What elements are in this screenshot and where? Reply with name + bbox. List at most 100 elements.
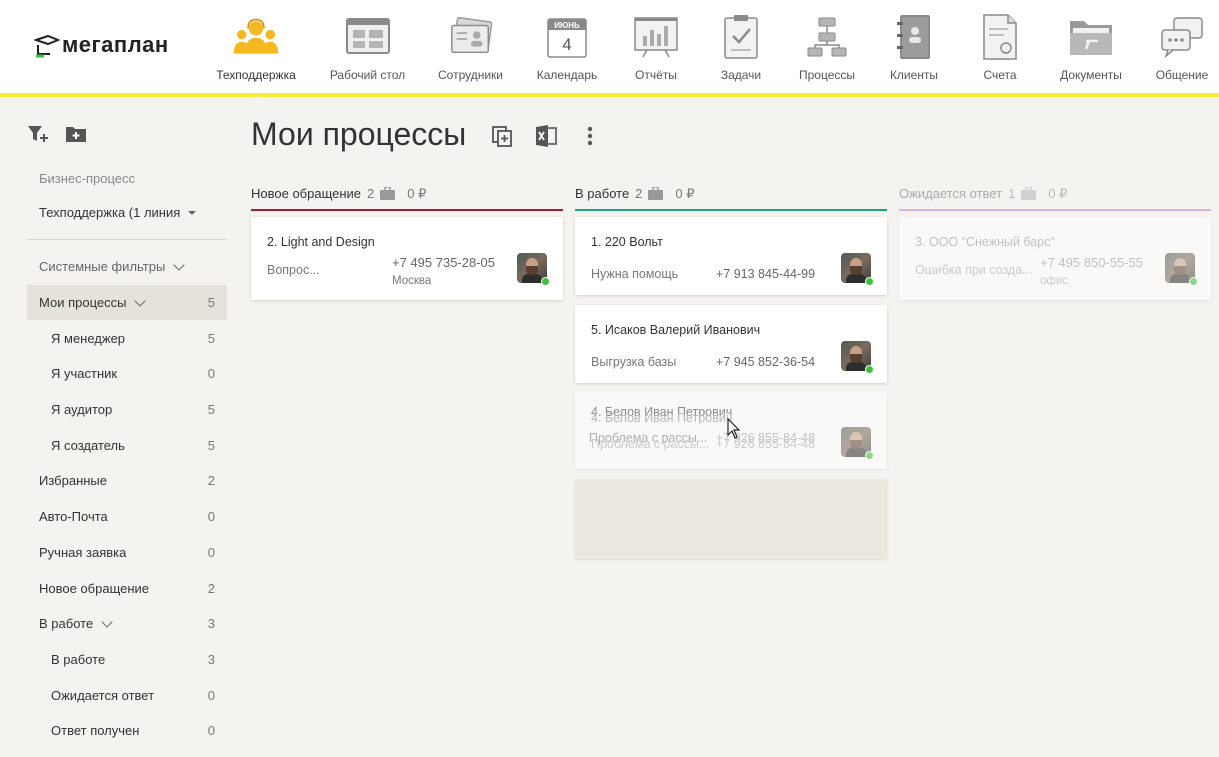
sidebar-filter-item[interactable]: Я участник 0 [27, 356, 227, 392]
sidebar-item-label: Ответ получен [51, 723, 140, 739]
sidebar-filter-item[interactable]: Избранные 2 [27, 463, 227, 499]
online-status-dot [1189, 277, 1198, 286]
chevron-down-icon[interactable] [173, 259, 185, 271]
megaplan-logo[interactable]: мегаплан [34, 32, 169, 58]
nav-label: Общение [1155, 68, 1209, 82]
svg-text:4: 4 [562, 35, 571, 54]
sidebar-item-label: Избранные [39, 473, 107, 489]
avatar[interactable] [841, 253, 874, 286]
sidebar-filter-item[interactable]: Я аудитор 5 [27, 392, 227, 428]
add-filter-icon[interactable] [27, 123, 49, 145]
sidebar-filter-item[interactable]: Ответ получен 0 [27, 713, 227, 749]
nav-item-invoices[interactable]: Счета [970, 0, 1030, 97]
deal-card[interactable]: 1. 220 Вольт Нужна помощь +7 913 845-44-… [575, 217, 887, 295]
chevron-down-icon[interactable] [134, 294, 147, 307]
column-name: В работе [575, 186, 630, 201]
sidebar-item-label: Ожидается ответ [51, 687, 155, 703]
card-description: Выгрузка базы [591, 355, 677, 369]
export-excel-button[interactable] [534, 124, 558, 148]
online-status-dot [865, 365, 874, 374]
nav-item-processes[interactable]: Процессы [796, 0, 858, 97]
sidebar-filter-item[interactable]: Ручная заявка 0 [27, 535, 227, 571]
sidebar-filter-item[interactable]: Я создатель 5 [27, 427, 227, 463]
sidebar-item-count: 0 [207, 366, 215, 382]
sidebar-item-count: 3 [207, 651, 215, 667]
sidebar-item-count: 0 [207, 544, 215, 560]
sidebar-filter-item[interactable]: Ожидается ответ 0 [27, 677, 227, 713]
briefcase-icon [380, 187, 396, 200]
card-description: Ошибка при созда... [915, 263, 1033, 277]
card-description: Вопрос... [267, 263, 320, 277]
sidebar-filter-item[interactable]: Я менеджер 5 [27, 320, 227, 356]
more-vertical-icon [587, 126, 593, 146]
sidebar-filter-item[interactable]: Системные фильтры [27, 249, 227, 285]
column-count: 2 [367, 186, 375, 201]
deal-card[interactable]: 2. Light and Design Вопрос... +7 495 735… [251, 217, 563, 300]
avatar[interactable] [841, 427, 874, 460]
nav-item-support[interactable]: Техподдержка [210, 0, 302, 101]
business-process-caption: Бизнес-процесс [39, 171, 136, 186]
mouse-pointer-icon [727, 418, 741, 439]
chat-icon [1159, 14, 1205, 60]
sidebar-item-label: Я создатель [51, 437, 125, 453]
nav-label: Задачи [720, 68, 762, 82]
sidebar-item-count: 5 [207, 437, 215, 453]
chevron-down-icon[interactable] [101, 616, 113, 628]
sidebar-item-count: 2 [207, 473, 215, 489]
card-title-shadow: 4. Белов Иван Петрович [591, 411, 733, 425]
deal-card[interactable]: 5. Исаков Валерий Иванович Выгрузка базы… [575, 305, 887, 383]
card-phone: +7 495 735-28-05 [392, 255, 496, 270]
sidebar-item-label: Новое обращение [39, 580, 150, 596]
card-city: Москва [392, 275, 432, 287]
nav-item-documents[interactable]: Документы [1030, 0, 1152, 97]
column-count: 1 [1008, 186, 1016, 201]
sidebar-filter-item[interactable]: Новое обращение 2 [27, 570, 227, 606]
sidebar-filter-item[interactable]: В работе 3 [27, 642, 227, 678]
sidebar-filter-item[interactable]: Мои процессы 5 [27, 284, 227, 321]
sidebar-toolbar [27, 123, 87, 145]
sidebar-filter-item[interactable]: В работе 3 [27, 606, 227, 642]
nav-item-clients[interactable]: Клиенты [858, 0, 970, 97]
card-title: 2. Light and Design [267, 235, 375, 249]
select-value: Техподдержка (1 линия [39, 205, 181, 220]
excel-icon [536, 125, 557, 147]
nav-item-desktop[interactable]: Рабочий стол [302, 0, 433, 97]
nav-item-reports[interactable]: Отчёты [626, 0, 686, 97]
avatar[interactable] [517, 253, 550, 286]
card-city: офис [1040, 275, 1069, 287]
nav-item-calendar[interactable]: ИЮНЬ 4 Календарь [508, 0, 626, 97]
documents-icon [1068, 14, 1114, 60]
sidebar-item-count: 3 [207, 616, 215, 632]
nav-label: Рабочий стол [329, 68, 406, 82]
nav-label: Документы [1060, 68, 1122, 82]
sidebar-item-label: Мои процессы [39, 295, 127, 311]
business-process-select[interactable]: Техподдержка (1 линия [39, 205, 197, 220]
add-folder-icon[interactable] [65, 123, 87, 145]
nav-label: Отчёты [635, 68, 677, 82]
sidebar-item-count: 5 [207, 330, 215, 346]
caret-down-icon [188, 210, 197, 215]
avatar[interactable] [841, 341, 874, 374]
deal-card[interactable]: 3. ООО "Снежный барс" Ошибка при созда..… [899, 217, 1211, 300]
nav-label: Техподдержка [216, 68, 296, 82]
nav-item-employees[interactable]: Сотрудники [433, 0, 508, 97]
nav-item-tasks[interactable]: Задачи [686, 0, 796, 97]
new-process-button[interactable] [490, 124, 514, 148]
main-nav: Техподдержка Рабочий стол Сотрудники ИЮН… [210, 0, 1212, 101]
sidebar-item-label: Я менеджер [51, 330, 126, 346]
sidebar-item-label: Ручная заявка [39, 544, 127, 560]
nav-label: Клиенты [889, 68, 939, 82]
card-title: 3. ООО "Снежный барс" [915, 235, 1055, 249]
logo-mark-icon [34, 34, 60, 58]
more-options-button[interactable] [578, 124, 602, 148]
sidebar: Бизнес-процесс Техподдержка (1 линия Сис… [27, 101, 227, 757]
sidebar-filter-item[interactable]: Авто-Почта 0 [27, 499, 227, 535]
column-header: Ожидается ответ 1 0 ₽ [899, 184, 1211, 211]
clients-icon [891, 14, 937, 60]
sidebar-item-label: В работе [39, 616, 94, 632]
online-status-dot [865, 451, 874, 460]
avatar[interactable] [1165, 253, 1198, 286]
nav-label: Процессы [798, 68, 855, 82]
card-phone: +7 495 850-55-55 [1040, 255, 1144, 270]
nav-item-chat[interactable]: Общение [1152, 0, 1212, 97]
